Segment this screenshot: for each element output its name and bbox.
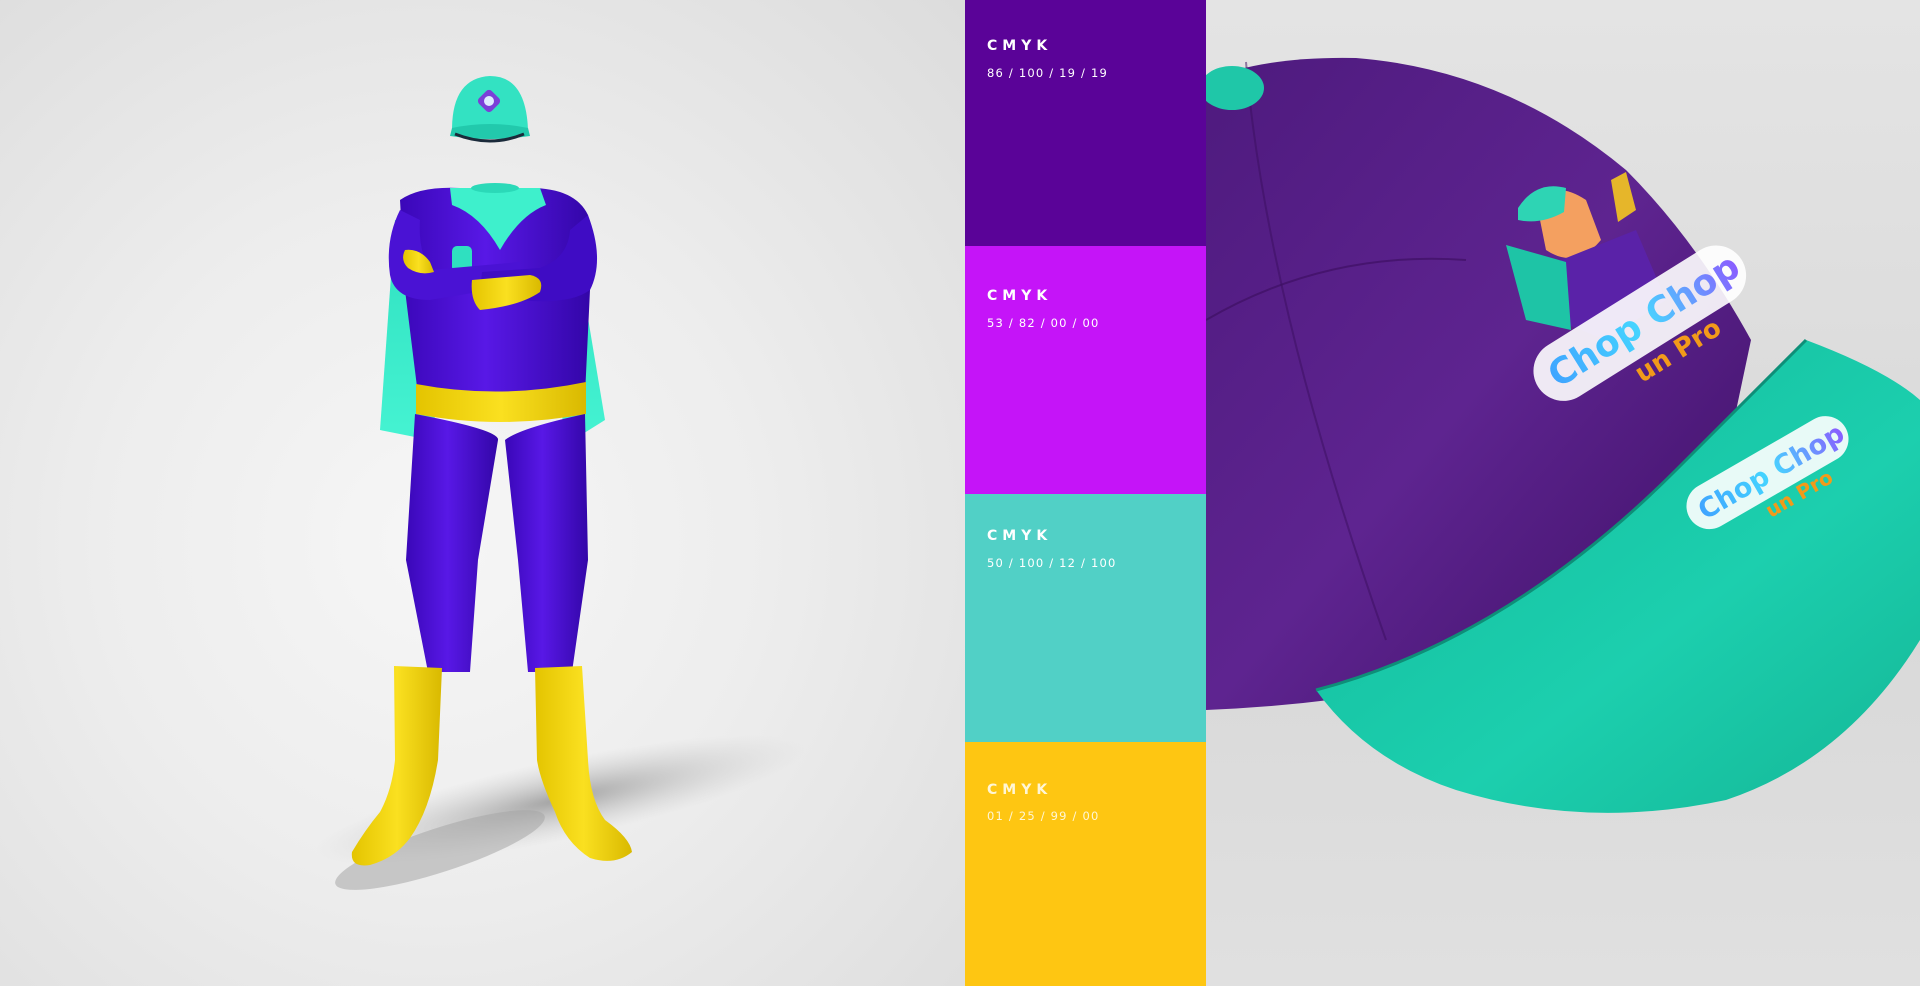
floating-cap-icon bbox=[450, 76, 530, 143]
superhero-suit-mockup bbox=[0, 0, 965, 986]
swatch-title: CMYK bbox=[987, 288, 1053, 304]
swatch-value: 86 / 100 / 19 / 19 bbox=[987, 66, 1109, 80]
swatch-title: CMYK bbox=[987, 528, 1053, 544]
swatch-teal: CMYK 50 / 100 / 12 / 100 bbox=[965, 494, 1206, 742]
brand-presentation: CMYK 86 / 100 / 19 / 19 CMYK 53 / 82 / 0… bbox=[0, 0, 1920, 986]
swatch-title: CMYK bbox=[987, 782, 1053, 798]
right-leg bbox=[505, 414, 588, 672]
swatch-value: 01 / 25 / 99 / 00 bbox=[987, 809, 1100, 823]
left-leg bbox=[406, 414, 499, 672]
superhero-suit-illustration bbox=[315, 76, 805, 890]
swatch-yellow: CMYK 01 / 25 / 99 / 00 bbox=[965, 742, 1206, 986]
cap-closeup-mockup: Chop Chop un Pro Chop Chop un Pro bbox=[1206, 0, 1920, 986]
swatch-deep-purple: CMYK 86 / 100 / 19 / 19 bbox=[965, 0, 1206, 246]
color-palette: CMYK 86 / 100 / 19 / 19 CMYK 53 / 82 / 0… bbox=[965, 0, 1206, 986]
swatch-value: 53 / 82 / 00 / 00 bbox=[987, 316, 1100, 330]
swatch-magenta: CMYK 53 / 82 / 00 / 00 bbox=[965, 246, 1206, 494]
cap-illustration: Chop Chop un Pro Chop Chop un Pro bbox=[1206, 57, 1920, 813]
swatch-value: 50 / 100 / 12 / 100 bbox=[987, 556, 1117, 570]
swatch-title: CMYK bbox=[987, 38, 1053, 54]
